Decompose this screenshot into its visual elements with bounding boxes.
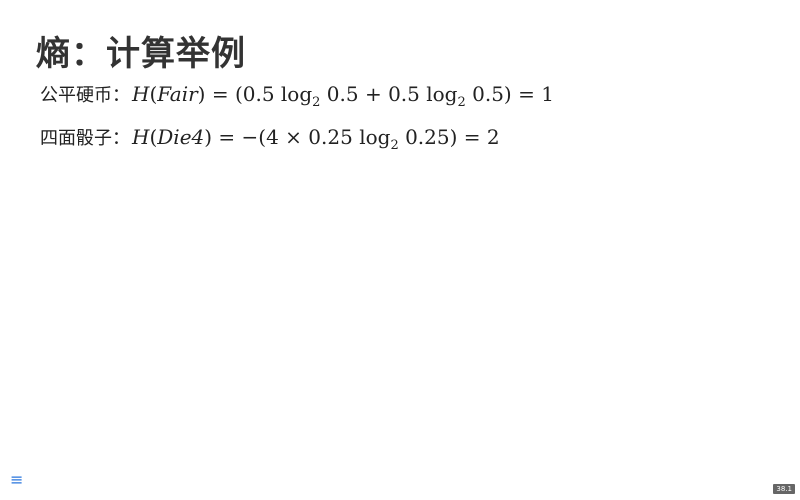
formula-part: 0.25) = 2 bbox=[398, 125, 500, 149]
function-symbol: H bbox=[132, 82, 150, 106]
formula-part: 0.5) = 1 bbox=[465, 82, 554, 106]
function-symbol: H bbox=[132, 125, 150, 149]
log-base: 2 bbox=[390, 138, 399, 153]
function-argument: Die4 bbox=[157, 125, 205, 149]
formula-part: 0.5 + 0.5 log bbox=[320, 82, 458, 106]
formula-part: ) = (0.5 log bbox=[197, 82, 313, 106]
slide: 熵：计算举例 公平硬币： H(Fair) = (0.5 log2 0.5 + 0… bbox=[0, 0, 800, 500]
example-label: 四面骰子： bbox=[40, 128, 130, 149]
menu-icon[interactable]: ≡ bbox=[10, 470, 23, 489]
log-base: 2 bbox=[457, 95, 466, 110]
entropy-formula: H(Fair) = (0.5 log2 0.5 + 0.5 log2 0.5) … bbox=[132, 82, 554, 110]
page-number-badge: 38.1 bbox=[773, 484, 795, 494]
formula-part: ) = −(4 × 0.25 log bbox=[204, 125, 391, 149]
example-four-sided-die: 四面骰子： H(Die4) = −(4 × 0.25 log2 0.25) = … bbox=[40, 123, 500, 153]
example-fair-coin: 公平硬币： H(Fair) = (0.5 log2 0.5 + 0.5 log2… bbox=[40, 80, 554, 110]
example-label: 公平硬币： bbox=[40, 85, 130, 106]
slide-title: 熵：计算举例 bbox=[36, 34, 246, 74]
entropy-formula: H(Die4) = −(4 × 0.25 log2 0.25) = 2 bbox=[132, 125, 500, 153]
function-argument: Fair bbox=[157, 82, 198, 106]
